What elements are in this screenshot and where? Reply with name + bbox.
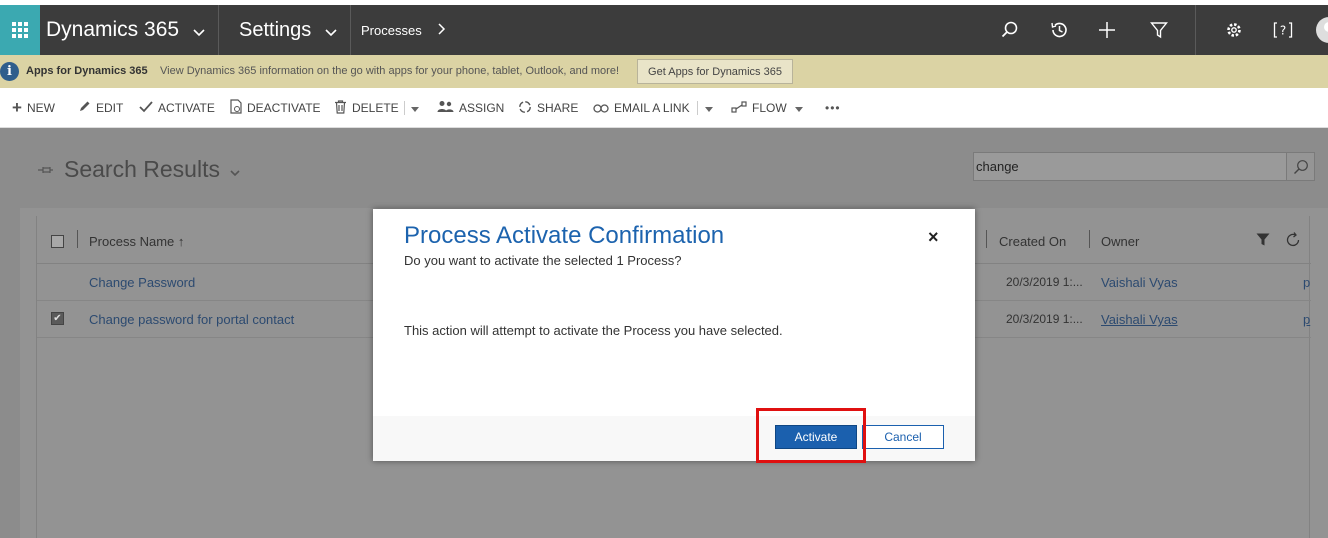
process-activate-dialog: Process Activate Confirmation × Do you w…: [373, 209, 975, 461]
breadcrumb-processes: Processes: [361, 22, 422, 38]
edit-label: EDIT: [96, 101, 124, 115]
info-bar-heading: Apps for Dynamics 365: [26, 65, 148, 77]
owner-link[interactable]: Vaishali Vyas: [1101, 275, 1178, 290]
breadcrumb[interactable]: Processes: [361, 5, 446, 55]
plus-icon[interactable]: [1087, 5, 1127, 55]
created-on-cell: 20/3/2019 1:...: [1006, 275, 1083, 289]
flow-icon: [731, 100, 747, 116]
row-checkbox[interactable]: ✔: [51, 312, 64, 325]
new-button[interactable]: + NEW: [12, 88, 55, 128]
email-link-button[interactable]: EMAIL A LINK: [593, 88, 690, 128]
delete-label: DELETE: [352, 101, 399, 115]
deactivate-label: DEACTIVATE: [247, 101, 321, 115]
chevron-down-icon: [325, 24, 337, 40]
pencil-icon: [78, 100, 91, 116]
chevron-down-icon: [193, 24, 205, 40]
link-icon: [593, 101, 609, 116]
flow-button[interactable]: FLOW: [731, 88, 803, 128]
email-link-label: EMAIL A LINK: [614, 101, 690, 115]
command-divider: [404, 101, 405, 115]
search-icon: [1293, 159, 1308, 174]
waffle-icon: [12, 22, 28, 38]
assign-button[interactable]: ASSIGN: [437, 88, 504, 128]
caret-down-icon: [705, 101, 713, 115]
search-box: [973, 152, 1315, 181]
cancel-button[interactable]: Cancel: [862, 425, 944, 449]
command-divider: [697, 101, 698, 115]
gear-icon[interactable]: [1214, 5, 1254, 55]
header-owner[interactable]: Owner: [1101, 234, 1139, 249]
view-title: Search Results: [64, 156, 220, 182]
delete-button[interactable]: DELETE: [334, 88, 399, 128]
people-icon: [437, 100, 454, 116]
header-divider: [986, 230, 987, 248]
app-title-button[interactable]: Dynamics 365: [46, 5, 205, 55]
nav-divider: [1195, 5, 1196, 55]
share-button[interactable]: SHARE: [518, 88, 578, 128]
nav-divider: [350, 5, 351, 55]
created-on-cell: 20/3/2019 1:...: [1006, 312, 1083, 326]
trash-icon: [334, 99, 347, 117]
dialog-title: Process Activate Confirmation: [404, 222, 725, 249]
owner-link[interactable]: Vaishali Vyas: [1101, 312, 1178, 327]
chevron-right-icon: [438, 22, 446, 38]
area-title-button[interactable]: Settings: [239, 5, 337, 55]
area-title: Settings: [239, 18, 312, 41]
top-navbar: Dynamics 365 Settings Processes ?: [0, 5, 1328, 55]
app-launcher-button[interactable]: [0, 5, 40, 55]
header-created-on[interactable]: Created On: [999, 234, 1066, 249]
plus-icon: +: [12, 98, 22, 117]
svg-text:?: ?: [1280, 24, 1286, 38]
process-name-link[interactable]: Change Password: [89, 275, 195, 290]
process-name-link[interactable]: Change password for portal contact: [89, 312, 294, 327]
search-button[interactable]: [1286, 153, 1314, 180]
edit-button[interactable]: EDIT: [78, 88, 123, 128]
search-icon[interactable]: [990, 5, 1030, 55]
view-selector[interactable]: Search Results: [38, 156, 240, 183]
filter-icon[interactable]: [1139, 5, 1179, 55]
document-deactivate-icon: [230, 99, 242, 117]
nav-divider: [218, 5, 219, 55]
close-icon[interactable]: ×: [928, 227, 939, 248]
more-options-button[interactable]: •••: [825, 88, 841, 128]
flow-label: FLOW: [752, 101, 787, 115]
truncated-cell[interactable]: p: [1303, 312, 1310, 327]
caret-down-icon: [794, 101, 803, 115]
pin-icon: [38, 162, 54, 177]
assign-label: ASSIGN: [459, 101, 505, 115]
header-divider: [1089, 230, 1090, 248]
deactivate-button[interactable]: DEACTIVATE: [230, 88, 321, 128]
avatar[interactable]: [1316, 17, 1328, 43]
help-icon[interactable]: ?: [1263, 5, 1303, 55]
share-label: SHARE: [537, 101, 579, 115]
highlight-box: [756, 408, 866, 463]
dialog-subtitle: Do you want to activate the selected 1 P…: [404, 253, 682, 268]
email-link-dropdown[interactable]: [705, 88, 713, 128]
caret-down-icon: [411, 101, 419, 115]
truncated-cell[interactable]: p: [1303, 275, 1310, 290]
header-divider: [77, 230, 78, 248]
share-icon: [518, 100, 532, 117]
search-input[interactable]: [974, 153, 1286, 180]
filter-icon[interactable]: [1256, 233, 1270, 249]
checkmark-icon: [139, 100, 153, 116]
info-bar-text: View Dynamics 365 information on the go …: [160, 65, 619, 77]
info-bar: i Apps for Dynamics 365 View Dynamics 36…: [0, 55, 1328, 88]
info-icon: i: [0, 62, 19, 81]
get-apps-button[interactable]: Get Apps for Dynamics 365: [637, 59, 793, 84]
app-title: Dynamics 365: [46, 18, 180, 41]
activate-command-button[interactable]: ACTIVATE: [139, 88, 215, 128]
dialog-message: This action will attempt to activate the…: [404, 323, 783, 338]
recent-icon[interactable]: [1039, 5, 1079, 55]
more-commands-dropdown[interactable]: [411, 88, 419, 128]
header-process-name[interactable]: Process Name ↑: [89, 234, 184, 249]
chevron-down-icon: [230, 156, 240, 183]
select-all-checkbox[interactable]: [51, 235, 64, 248]
command-bar: + NEW EDIT ACTIVATE DEACTIVATE DELETE AS…: [0, 88, 1328, 128]
refresh-icon[interactable]: [1285, 232, 1301, 251]
activate-label: ACTIVATE: [158, 101, 215, 115]
new-label: NEW: [26, 101, 55, 115]
